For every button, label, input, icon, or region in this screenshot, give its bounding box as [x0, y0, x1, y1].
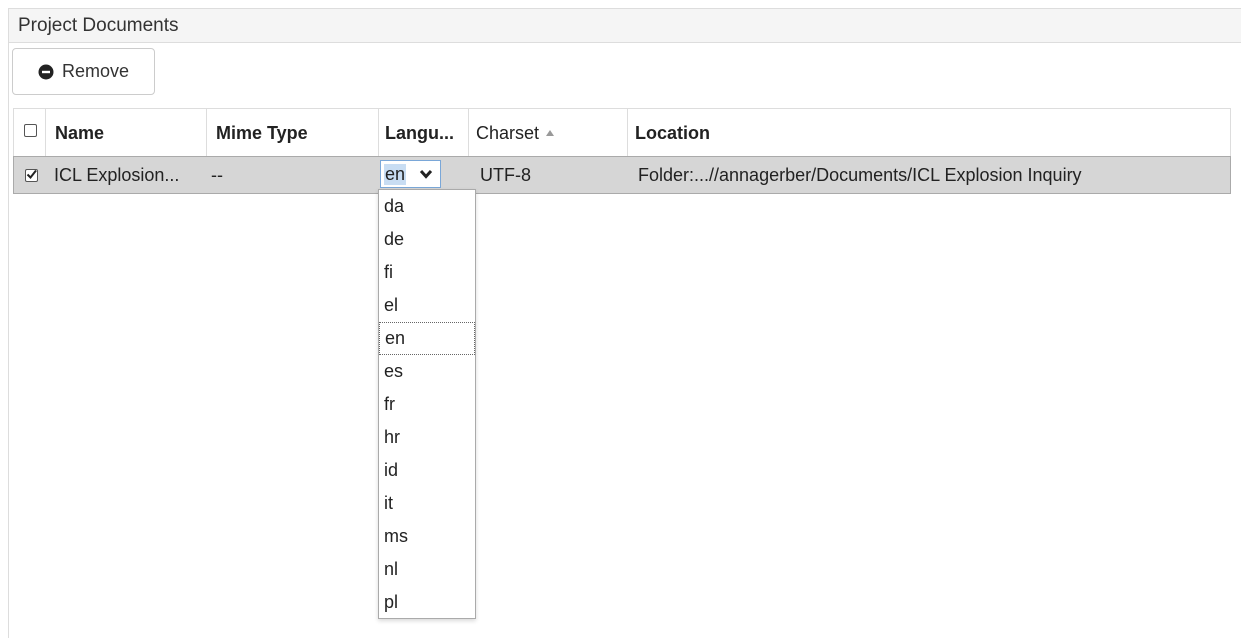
charset-header-label: Charset	[476, 122, 540, 143]
language-select-value: en	[384, 163, 407, 185]
language-option[interactable]: id	[379, 454, 475, 487]
language-option[interactable]: nl	[379, 553, 475, 586]
panel-title: Project Documents	[18, 15, 179, 36]
language-option[interactable]: fr	[379, 388, 475, 421]
row-checkbox[interactable]	[25, 169, 38, 182]
charset-column-header[interactable]: Charset	[469, 109, 628, 157]
panel-header: Project Documents	[8, 8, 1241, 43]
language-option[interactable]: es	[379, 355, 475, 388]
language-option[interactable]: fi	[379, 256, 475, 289]
select-all-column	[14, 109, 46, 157]
panel-border	[8, 43, 9, 638]
name-column-header[interactable]: Name	[46, 109, 207, 157]
remove-button-label: Remove	[61, 61, 130, 81]
remove-button[interactable]: Remove	[12, 48, 155, 95]
location-header-label: Location	[635, 122, 710, 143]
location-column-header[interactable]: Location	[628, 109, 1230, 157]
documents-table-header: Name Mime Type Langu... Charset Location	[13, 108, 1231, 158]
language-header-label: Langu...	[385, 122, 454, 143]
table-row[interactable]: ICL Explosion... -- en UTF-8 Folder:.../…	[13, 156, 1231, 194]
charset-header: Charset	[476, 109, 555, 157]
mime-type-column-header[interactable]: Mime Type	[207, 109, 379, 157]
check-icon	[26, 169, 37, 180]
language-option[interactable]: pl	[379, 586, 475, 619]
language-dropdown-list: da de fi el en es fr hr id it ms nl pl	[378, 189, 476, 619]
row-mime-type: --	[211, 164, 223, 185]
mime-type-header-label: Mime Type	[216, 122, 308, 143]
row-charset: UTF-8	[480, 164, 531, 185]
language-option[interactable]: hr	[379, 421, 475, 454]
name-header-label: Name	[55, 122, 105, 143]
row-name: ICL Explosion...	[54, 164, 180, 185]
language-column-header[interactable]: Langu...	[379, 109, 469, 157]
language-option[interactable]: el	[379, 289, 475, 322]
row-location: Folder:...//annagerber/Documents/ICL Exp…	[638, 164, 1082, 185]
language-option[interactable]: da	[379, 190, 475, 223]
language-option[interactable]: it	[379, 487, 475, 520]
sort-ascending-icon	[546, 130, 555, 136]
language-option[interactable]: de	[379, 223, 475, 256]
minus-circle-icon	[38, 64, 54, 79]
select-all-checkbox[interactable]	[24, 124, 37, 137]
chevron-down-icon[interactable]	[419, 168, 433, 180]
language-option[interactable]: ms	[379, 520, 475, 553]
language-option-selected[interactable]: en	[379, 322, 475, 355]
